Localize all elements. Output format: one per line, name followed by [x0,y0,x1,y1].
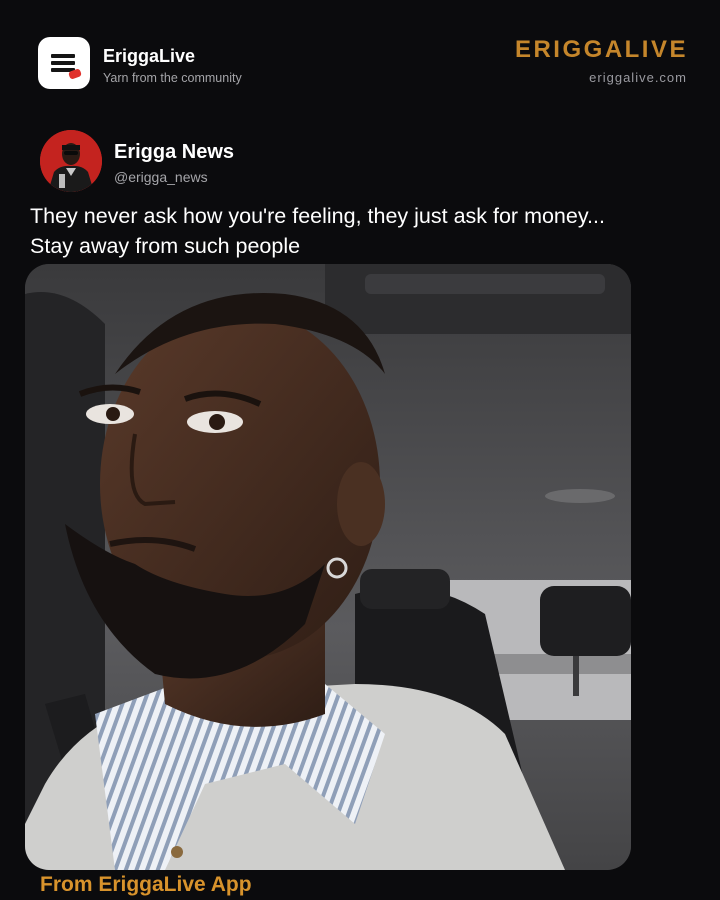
author-avatar[interactable] [40,130,102,192]
brand-site-link[interactable]: eriggalive.com [589,70,687,85]
brand-name: ERIGGALIVE [514,36,688,63]
post-photo[interactable] [25,264,631,870]
app-name: EriggaLive [103,46,196,66]
author-handle[interactable]: @erigga_news [114,169,208,185]
post-text-line: Stay away from such people [30,234,301,258]
footer-app-label[interactable]: From EriggaLive App [40,873,252,897]
app-header: EriggaLive Yarn from the community ERIGG… [0,0,720,120]
post-text-line: They never ask how you're feeling, they … [30,204,605,228]
app-tagline: Yarn from the community [103,71,242,85]
post-text: They never ask how you're feeling, they … [30,201,690,261]
eriggalive-logo-icon[interactable] [38,37,90,89]
author-name[interactable]: Erigga News [114,141,234,164]
